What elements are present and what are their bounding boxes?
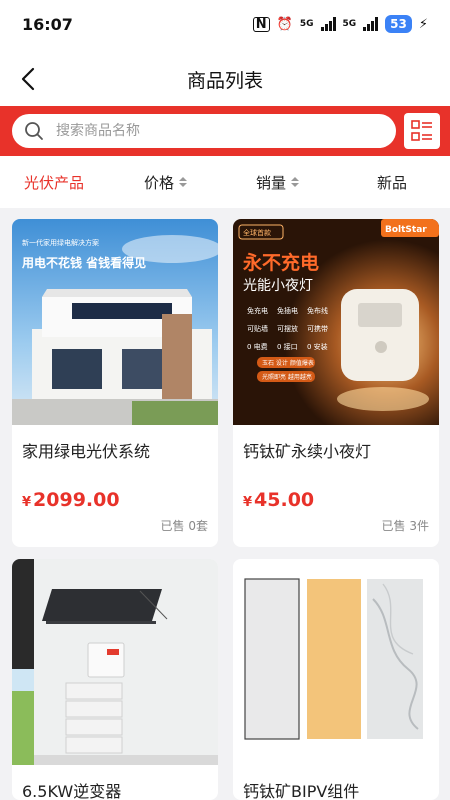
filter-label: 价格: [144, 173, 175, 192]
filter-label: 光伏产品: [24, 173, 85, 192]
product-title: 钙钛矿永续小夜灯: [243, 442, 372, 461]
product-image: 新一代家用绿电解决方案 用电不花钱 省钱看得见: [12, 219, 218, 425]
product-image: [233, 559, 439, 765]
filter-label: 销量: [256, 173, 287, 192]
feature-text: 免布线: [307, 306, 328, 315]
network-type-2: 5G: [342, 19, 357, 29]
product-badge: 全球首款: [243, 228, 271, 237]
product-image: [12, 559, 218, 765]
search-bar: [0, 106, 450, 156]
feature-text: 可摆放: [277, 324, 298, 333]
signal-icon: [320, 17, 336, 31]
product-card[interactable]: 全球首款 BoltStar 永不充电 光能小夜灯 免充电 免插电 免布线 可贴墙…: [233, 219, 439, 547]
signal-icon: [363, 17, 379, 31]
sort-icon: [291, 177, 300, 187]
promo-tag: 玉石 设计 颜值爆表: [262, 359, 314, 367]
search-box[interactable]: [12, 114, 396, 148]
filter-tab-sales[interactable]: 销量: [256, 156, 300, 208]
banner-main-text: 用电不花钱 省钱看得见: [21, 255, 146, 270]
product-card[interactable]: 钙钛矿BIPV组件: [233, 559, 439, 800]
product-card[interactable]: 新一代家用绿电解决方案 用电不花钱 省钱看得见 家用绿电光伏系统 ¥2099.0…: [12, 219, 218, 547]
filter-label: 新品: [377, 173, 408, 192]
layout-toggle-button[interactable]: [404, 113, 440, 149]
feature-text: 0 电费: [247, 342, 268, 351]
product-price: ¥45.00: [243, 489, 314, 511]
banner-small-text: 新一代家用绿电解决方案: [22, 238, 99, 247]
product-title: 6.5KW逆变器: [22, 782, 122, 800]
currency-symbol: ¥: [243, 495, 253, 510]
list-view-icon: [411, 120, 432, 141]
page-title: 商品列表: [186, 70, 263, 92]
charging-icon: ⚡: [418, 16, 428, 32]
filter-tab-category[interactable]: 光伏产品: [24, 156, 84, 208]
price-value: 45.00: [254, 489, 315, 511]
product-card[interactable]: 6.5KW逆变器: [12, 559, 218, 800]
feature-text: 0 接口: [277, 342, 298, 351]
search-input[interactable]: [56, 114, 376, 148]
subheadline: 光能小夜灯: [243, 278, 313, 294]
product-title: 钙钛矿BIPV组件: [243, 782, 360, 800]
alarm-icon: ⏰: [276, 16, 293, 32]
product-image: 全球首款 BoltStar 永不充电 光能小夜灯 免充电 免插电 免布线 可贴墙…: [233, 219, 439, 425]
filter-tab-new[interactable]: 新品: [377, 156, 407, 208]
feature-text: 0 安装: [307, 342, 328, 351]
sold-count: 已售 0套: [160, 519, 208, 533]
feature-text: 免充电: [247, 306, 268, 315]
status-time: 16:07: [22, 15, 73, 34]
brand-logo: BoltStar: [385, 225, 427, 235]
feature-text: 可贴墙: [247, 324, 268, 333]
battery-level: 53: [385, 15, 412, 33]
network-type-1: 5G: [299, 19, 314, 29]
sold-count: 已售 3件: [381, 519, 429, 533]
feature-text: 免插电: [277, 306, 298, 315]
currency-symbol: ¥: [22, 495, 32, 510]
search-icon: [25, 122, 43, 140]
product-title: 家用绿电光伏系统: [22, 442, 151, 461]
price-value: 2099.00: [33, 489, 120, 511]
nav-bar: 商品列表: [0, 52, 450, 106]
nfc-icon: N: [252, 16, 270, 32]
promo-tag: 光照即亮 越用越亮: [262, 373, 312, 381]
filter-tab-price[interactable]: 价格: [144, 156, 188, 208]
headline: 永不充电: [242, 251, 319, 274]
product-price: ¥2099.00: [22, 489, 120, 511]
status-bar: 16:07 N ⏰ 5G 5G 53 ⚡: [0, 0, 450, 52]
sort-icon: [179, 177, 188, 187]
status-icons: N ⏰ 5G 5G 53 ⚡: [252, 15, 428, 33]
feature-text: 可携带: [307, 324, 328, 333]
filter-bar: 光伏产品 价格 销量 新品: [0, 156, 450, 208]
